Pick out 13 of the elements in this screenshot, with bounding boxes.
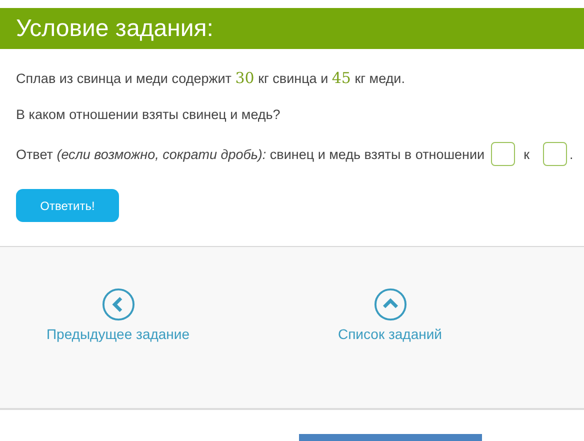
answer-field[interactable] [490, 142, 515, 166]
problem-text: Сплав из свинца и меди содержит 30 кг свинца и 45 кг меди. [16, 68, 406, 87]
answer-field[interactable] [542, 142, 566, 166]
question-text: В каком отношении взяты свинец и медь? [16, 107, 282, 122]
submit-button[interactable]: Ответить! [16, 189, 119, 222]
nav-link[interactable]: Предыдущее задание [46, 326, 190, 342]
header-title: Условие задания: [16, 14, 214, 42]
left-chevron-icon[interactable] [102, 288, 134, 321]
ending-text: . [570, 146, 574, 162]
up-chevron-icon[interactable] [374, 288, 406, 321]
nav-link[interactable]: Список заданий [338, 326, 442, 342]
answer-prompt: Ответ (если возможно, сократи дробь): свинец и медь взяты в отношении [16, 146, 485, 162]
separator-text: к [524, 146, 530, 162]
